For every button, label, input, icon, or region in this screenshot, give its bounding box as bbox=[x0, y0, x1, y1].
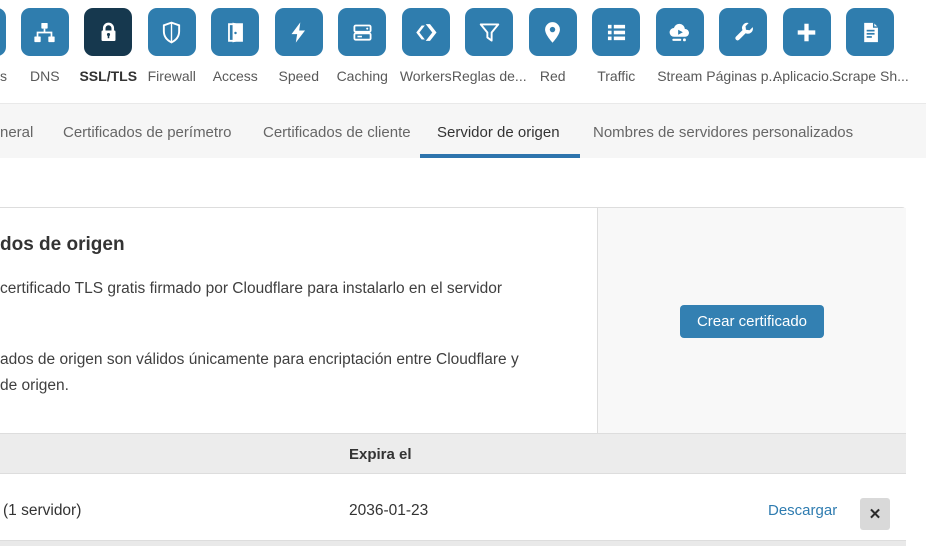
tab-certificados-cliente[interactable]: Certificados de cliente bbox=[263, 104, 411, 159]
section-description-line1: certificado TLS gratis firmado por Cloud… bbox=[0, 276, 502, 302]
funnel-icon bbox=[465, 8, 513, 56]
certificate-table-row: (1 servidor) 2036-01-23 Descargar ✕ bbox=[0, 474, 906, 538]
cloud-play-icon bbox=[656, 8, 704, 56]
column-header-expira-el: Expira el bbox=[349, 434, 412, 475]
tab-nombres-personalizados[interactable]: Nombres de servidores personalizados bbox=[593, 104, 853, 159]
nav-item-analytics-partial[interactable] bbox=[0, 8, 6, 56]
nav-item-reglas[interactable]: Reglas de... bbox=[458, 0, 522, 84]
server-stack-icon bbox=[338, 8, 386, 56]
certificate-expiry-cell: 2036-01-23 bbox=[349, 502, 428, 520]
code-chevrons-icon bbox=[402, 8, 450, 56]
shield-icon bbox=[148, 8, 196, 56]
nav-item-speed[interactable]: Speed bbox=[267, 0, 331, 84]
certificates-table-header: Expira el bbox=[0, 433, 906, 474]
section-description-line2: ados de origen son válidos únicamente pa… bbox=[0, 347, 519, 398]
next-section-edge bbox=[0, 540, 906, 546]
active-tab-underline bbox=[420, 154, 580, 158]
plus-icon bbox=[783, 8, 831, 56]
map-pin-icon bbox=[529, 8, 577, 56]
tab-certificados-perimetro[interactable]: Certificados de perímetro bbox=[63, 104, 231, 159]
wrench-icon bbox=[719, 8, 767, 56]
nav-item-dns[interactable]: DNS bbox=[13, 0, 77, 84]
certificate-hosts-cell: (1 servidor) bbox=[3, 502, 81, 520]
dns-sitemap-icon bbox=[21, 8, 69, 56]
nav-item-access[interactable]: Access bbox=[204, 0, 268, 84]
nav-item-red[interactable]: Red bbox=[521, 0, 585, 84]
nav-item-ssl-tls[interactable]: SSL/TLS bbox=[77, 0, 141, 84]
app-toolbar: s DNS SSL/TLS Firewall Access bbox=[0, 0, 926, 96]
list-icon bbox=[592, 8, 640, 56]
nav-item-scrape-shield[interactable]: Scrape Sh... bbox=[839, 0, 903, 84]
ssl-section-tabbar: neral Certificados de perímetro Certific… bbox=[0, 103, 926, 158]
delete-certificate-button[interactable]: ✕ bbox=[860, 498, 890, 530]
nav-strip: DNS SSL/TLS Firewall Access Speed bbox=[13, 0, 902, 84]
section-heading: dos de origen bbox=[0, 234, 125, 256]
nav-item-caching[interactable]: Caching bbox=[331, 0, 395, 84]
nav-item-stream[interactable]: Stream bbox=[648, 0, 712, 84]
nav-item-firewall[interactable]: Firewall bbox=[140, 0, 204, 84]
lightning-bolt-icon bbox=[275, 8, 323, 56]
tab-general-partial[interactable]: neral bbox=[0, 104, 33, 159]
door-icon bbox=[211, 8, 259, 56]
nav-item-traffic[interactable]: Traffic bbox=[585, 0, 649, 84]
tab-servidor-de-origen[interactable]: Servidor de origen bbox=[437, 104, 560, 159]
action-panel: Crear certificado bbox=[597, 208, 906, 434]
nav-item-workers[interactable]: Workers bbox=[394, 0, 458, 84]
nav-item-paginas[interactable]: Páginas p... bbox=[712, 0, 776, 84]
document-icon bbox=[846, 8, 894, 56]
nav-item-aplicaciones[interactable]: Aplicacio... bbox=[775, 0, 839, 84]
create-certificate-button[interactable]: Crear certificado bbox=[680, 305, 824, 338]
x-icon: ✕ bbox=[869, 505, 882, 523]
download-certificate-link[interactable]: Descargar bbox=[768, 502, 837, 519]
lock-icon bbox=[84, 8, 132, 56]
nav-item-analytics-label: s bbox=[0, 68, 7, 84]
